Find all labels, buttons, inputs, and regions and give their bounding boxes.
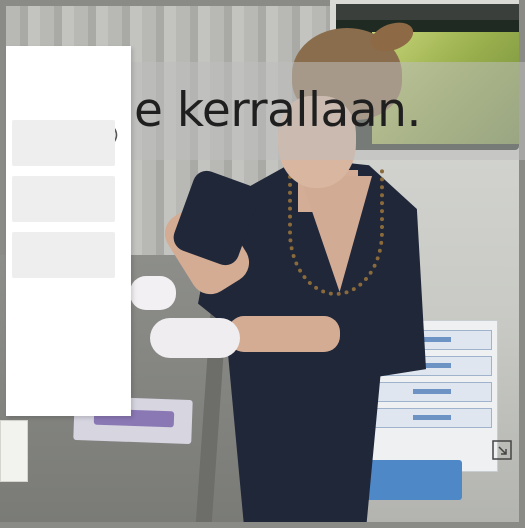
cart-drawer — [372, 382, 492, 402]
cart-drawer — [372, 408, 492, 428]
answer-option-3[interactable] — [12, 232, 115, 278]
person-forearm — [228, 316, 340, 352]
person-glove — [150, 318, 240, 358]
answer-option-2[interactable] — [12, 176, 115, 222]
person-necklace — [288, 168, 384, 296]
fullscreen-exit-icon[interactable] — [490, 438, 514, 462]
answer-option-1[interactable] — [12, 120, 115, 166]
person-glove — [130, 276, 176, 310]
supply-box — [0, 420, 28, 482]
audio-options-panel — [6, 46, 131, 416]
video-caption: e kerrallaan. — [134, 83, 421, 138]
monitor-bar — [336, 4, 519, 20]
